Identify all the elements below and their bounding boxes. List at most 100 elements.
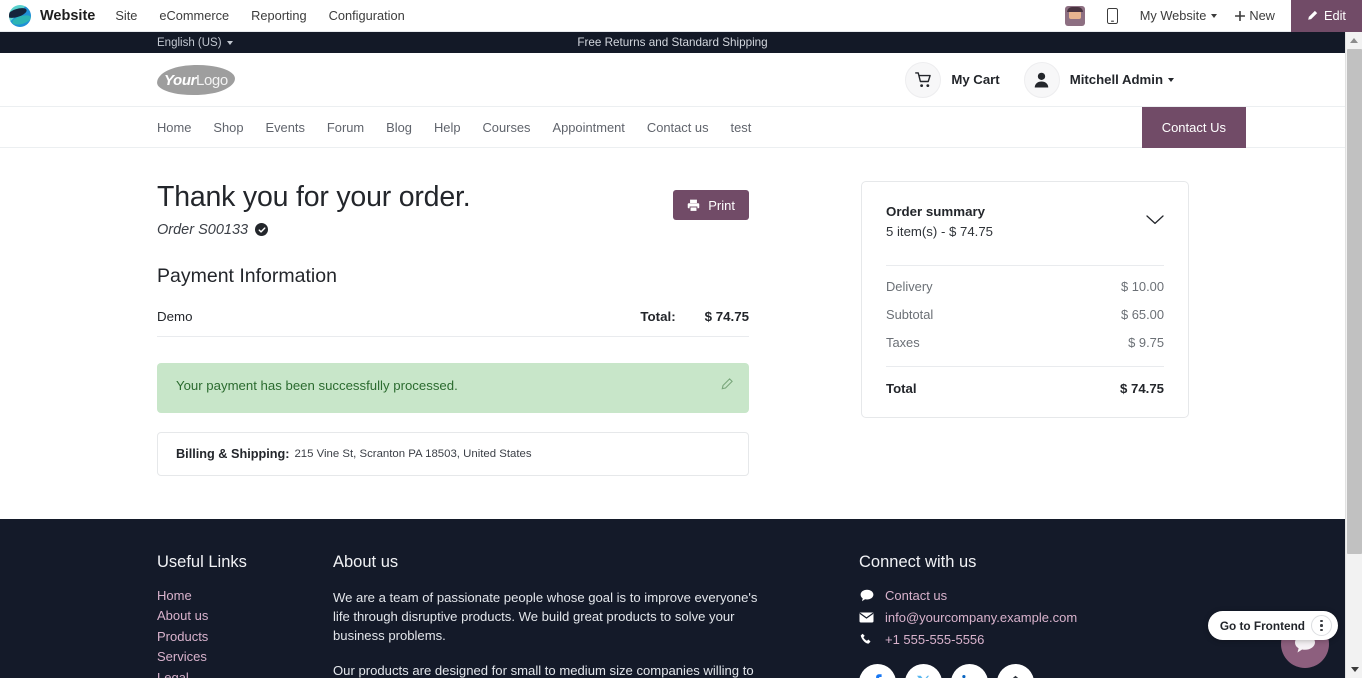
footer-phone[interactable]: +1 555-555-5556	[859, 632, 1189, 647]
facebook-icon[interactable]	[859, 663, 896, 678]
scrollbar-thumb[interactable]	[1347, 49, 1362, 554]
comment-icon	[859, 589, 874, 602]
chevron-down-icon	[1146, 215, 1164, 225]
order-heading-block: Thank you for your order. Order S00133	[157, 181, 471, 238]
scroll-up-arrow-icon[interactable]	[1346, 32, 1362, 49]
nav-item-courses[interactable]: Courses	[483, 120, 531, 135]
edit-alert-pencil-icon[interactable]	[721, 377, 733, 393]
order-confirmed-check-icon	[255, 223, 269, 237]
scroll-down-arrow-icon[interactable]	[1346, 661, 1362, 678]
footer-link-services[interactable]: Services	[157, 649, 333, 664]
header-actions: My Cart Mitchell Admin	[905, 61, 1188, 98]
x-twitter-icon[interactable]	[905, 663, 942, 678]
order-summary-subtitle: 5 item(s) - $ 74.75	[886, 224, 994, 239]
summary-value-subtotal: $ 65.00	[1120, 307, 1164, 322]
go-to-frontend-label: Go to Frontend	[1219, 618, 1305, 633]
site-navbar: Home Shop Events Forum Blog Help Courses…	[0, 107, 1345, 148]
cart-icon	[914, 71, 931, 87]
summary-row-subtotal: Subtotal $ 65.00	[886, 294, 1164, 322]
cart-label[interactable]: My Cart	[951, 72, 999, 87]
logo-your: Your	[164, 71, 197, 89]
nav-item-shop[interactable]: Shop	[213, 120, 243, 135]
footer-link-legal[interactable]: Legal	[157, 670, 333, 678]
screen: Website Site eCommerce Reporting Configu…	[0, 0, 1362, 678]
vertical-scrollbar[interactable]	[1345, 32, 1362, 678]
nav-item-help[interactable]: Help	[434, 120, 461, 135]
account-button[interactable]	[1023, 61, 1060, 98]
nav-links: Home Shop Events Forum Blog Help Courses…	[157, 107, 751, 147]
footer-about-us: About us We are a team of passionate peo…	[333, 553, 758, 678]
new-button[interactable]: New	[1235, 8, 1275, 23]
account-menu[interactable]: Mitchell Admin	[1070, 72, 1174, 87]
language-selector-label: English (US)	[157, 36, 222, 49]
footer-phone-label: +1 555-555-5556	[885, 631, 985, 647]
order-summary-header[interactable]: Order summary 5 item(s) - $ 74.75	[886, 204, 1164, 239]
payment-success-message: Your payment has been successfully proce…	[176, 377, 458, 393]
footer-email[interactable]: info@yourcompany.example.com	[859, 610, 1189, 625]
order-summary-toggle[interactable]	[1146, 204, 1164, 230]
pencil-icon	[1308, 10, 1318, 20]
new-button-label: New	[1249, 8, 1275, 23]
menu-item-site[interactable]: Site	[115, 8, 137, 23]
site-logo-text: YourLogo	[164, 71, 228, 88]
footer-about-paragraph-1: We are a team of passionate people whose…	[333, 589, 758, 644]
summary-row-delivery: Delivery $ 10.00	[886, 266, 1164, 294]
summary-row-total: Total $ 74.75	[886, 367, 1164, 396]
footer-useful-links-title: Useful Links	[157, 552, 247, 571]
user-avatar[interactable]	[1064, 5, 1085, 26]
summary-value-total: $ 74.75	[1120, 381, 1164, 396]
site-logo[interactable]: YourLogo	[156, 63, 236, 96]
mobile-preview-icon[interactable]	[1106, 7, 1118, 24]
footer-email-label: info@yourcompany.example.com	[885, 609, 1078, 625]
linkedin-icon[interactable]	[951, 663, 988, 678]
nav-item-forum[interactable]: Forum	[327, 120, 364, 135]
chevron-down-icon	[1211, 13, 1218, 18]
chevron-down-icon	[226, 40, 233, 45]
footer-link-products[interactable]: Products	[157, 629, 333, 644]
website-frame: English (US) Free Returns and Standard S…	[0, 32, 1345, 678]
nav-item-events[interactable]: Events	[266, 120, 305, 135]
order-reference: Order S00133	[157, 221, 249, 238]
footer-contact-us-label: Contact us	[885, 587, 948, 603]
footer-contact-us[interactable]: Contact us	[859, 588, 1189, 603]
billing-shipping-label: Billing & Shipping:	[176, 446, 290, 461]
payment-information-title: Payment Information	[157, 264, 337, 287]
phone-icon	[859, 633, 874, 646]
summary-label-subtotal: Subtotal	[886, 307, 934, 322]
odoo-logo-icon[interactable]	[9, 4, 31, 27]
contact-us-cta-button[interactable]: Contact Us	[1141, 107, 1246, 148]
nav-item-test[interactable]: test	[731, 120, 752, 135]
kebab-menu-icon[interactable]	[1311, 615, 1332, 636]
odoo-bar-right: My Website New Edit	[1064, 0, 1362, 32]
footer-spacer	[758, 553, 859, 678]
footer-grid: Useful Links Home About us Products Serv…	[157, 553, 1188, 678]
site-selector[interactable]: My Website	[1140, 8, 1218, 23]
menu-item-reporting[interactable]: Reporting	[251, 8, 307, 23]
footer-connect-title: Connect with us	[859, 552, 977, 571]
site-header: YourLogo My Cart Mitchell Admin	[0, 53, 1345, 107]
menu-item-ecommerce[interactable]: eCommerce	[159, 8, 229, 23]
order-reference-row: Order S00133	[157, 222, 470, 238]
footer-link-home[interactable]: Home	[157, 588, 333, 603]
envelope-icon	[859, 612, 874, 623]
page-title: Thank you for your order.	[157, 181, 471, 213]
menu-item-configuration[interactable]: Configuration	[329, 8, 405, 23]
edit-button[interactable]: Edit	[1290, 0, 1362, 32]
summary-value-delivery: $ 10.00	[1120, 279, 1164, 294]
order-summary-column: Order summary 5 item(s) - $ 74.75 Delive…	[861, 181, 1189, 476]
payment-provider-name: Demo	[157, 308, 193, 324]
nav-item-home[interactable]: Home	[157, 120, 191, 135]
go-to-frontend-pill[interactable]: Go to Frontend	[1207, 611, 1338, 640]
nav-item-contact-us[interactable]: Contact us	[647, 120, 709, 135]
odoo-menu: Site eCommerce Reporting Configuration	[115, 8, 404, 23]
nav-item-blog[interactable]: Blog	[386, 120, 412, 135]
language-selector[interactable]: English (US)	[157, 37, 233, 49]
summary-row-taxes: Taxes $ 9.75	[886, 322, 1164, 350]
cart-button[interactable]	[905, 61, 942, 98]
footer-link-about-us[interactable]: About us	[157, 608, 333, 623]
summary-label-total: Total	[886, 381, 917, 396]
footer-social-links	[859, 663, 1189, 678]
nav-item-appointment[interactable]: Appointment	[553, 120, 625, 135]
print-button[interactable]: Print	[673, 190, 749, 220]
home-icon[interactable]	[997, 663, 1034, 678]
